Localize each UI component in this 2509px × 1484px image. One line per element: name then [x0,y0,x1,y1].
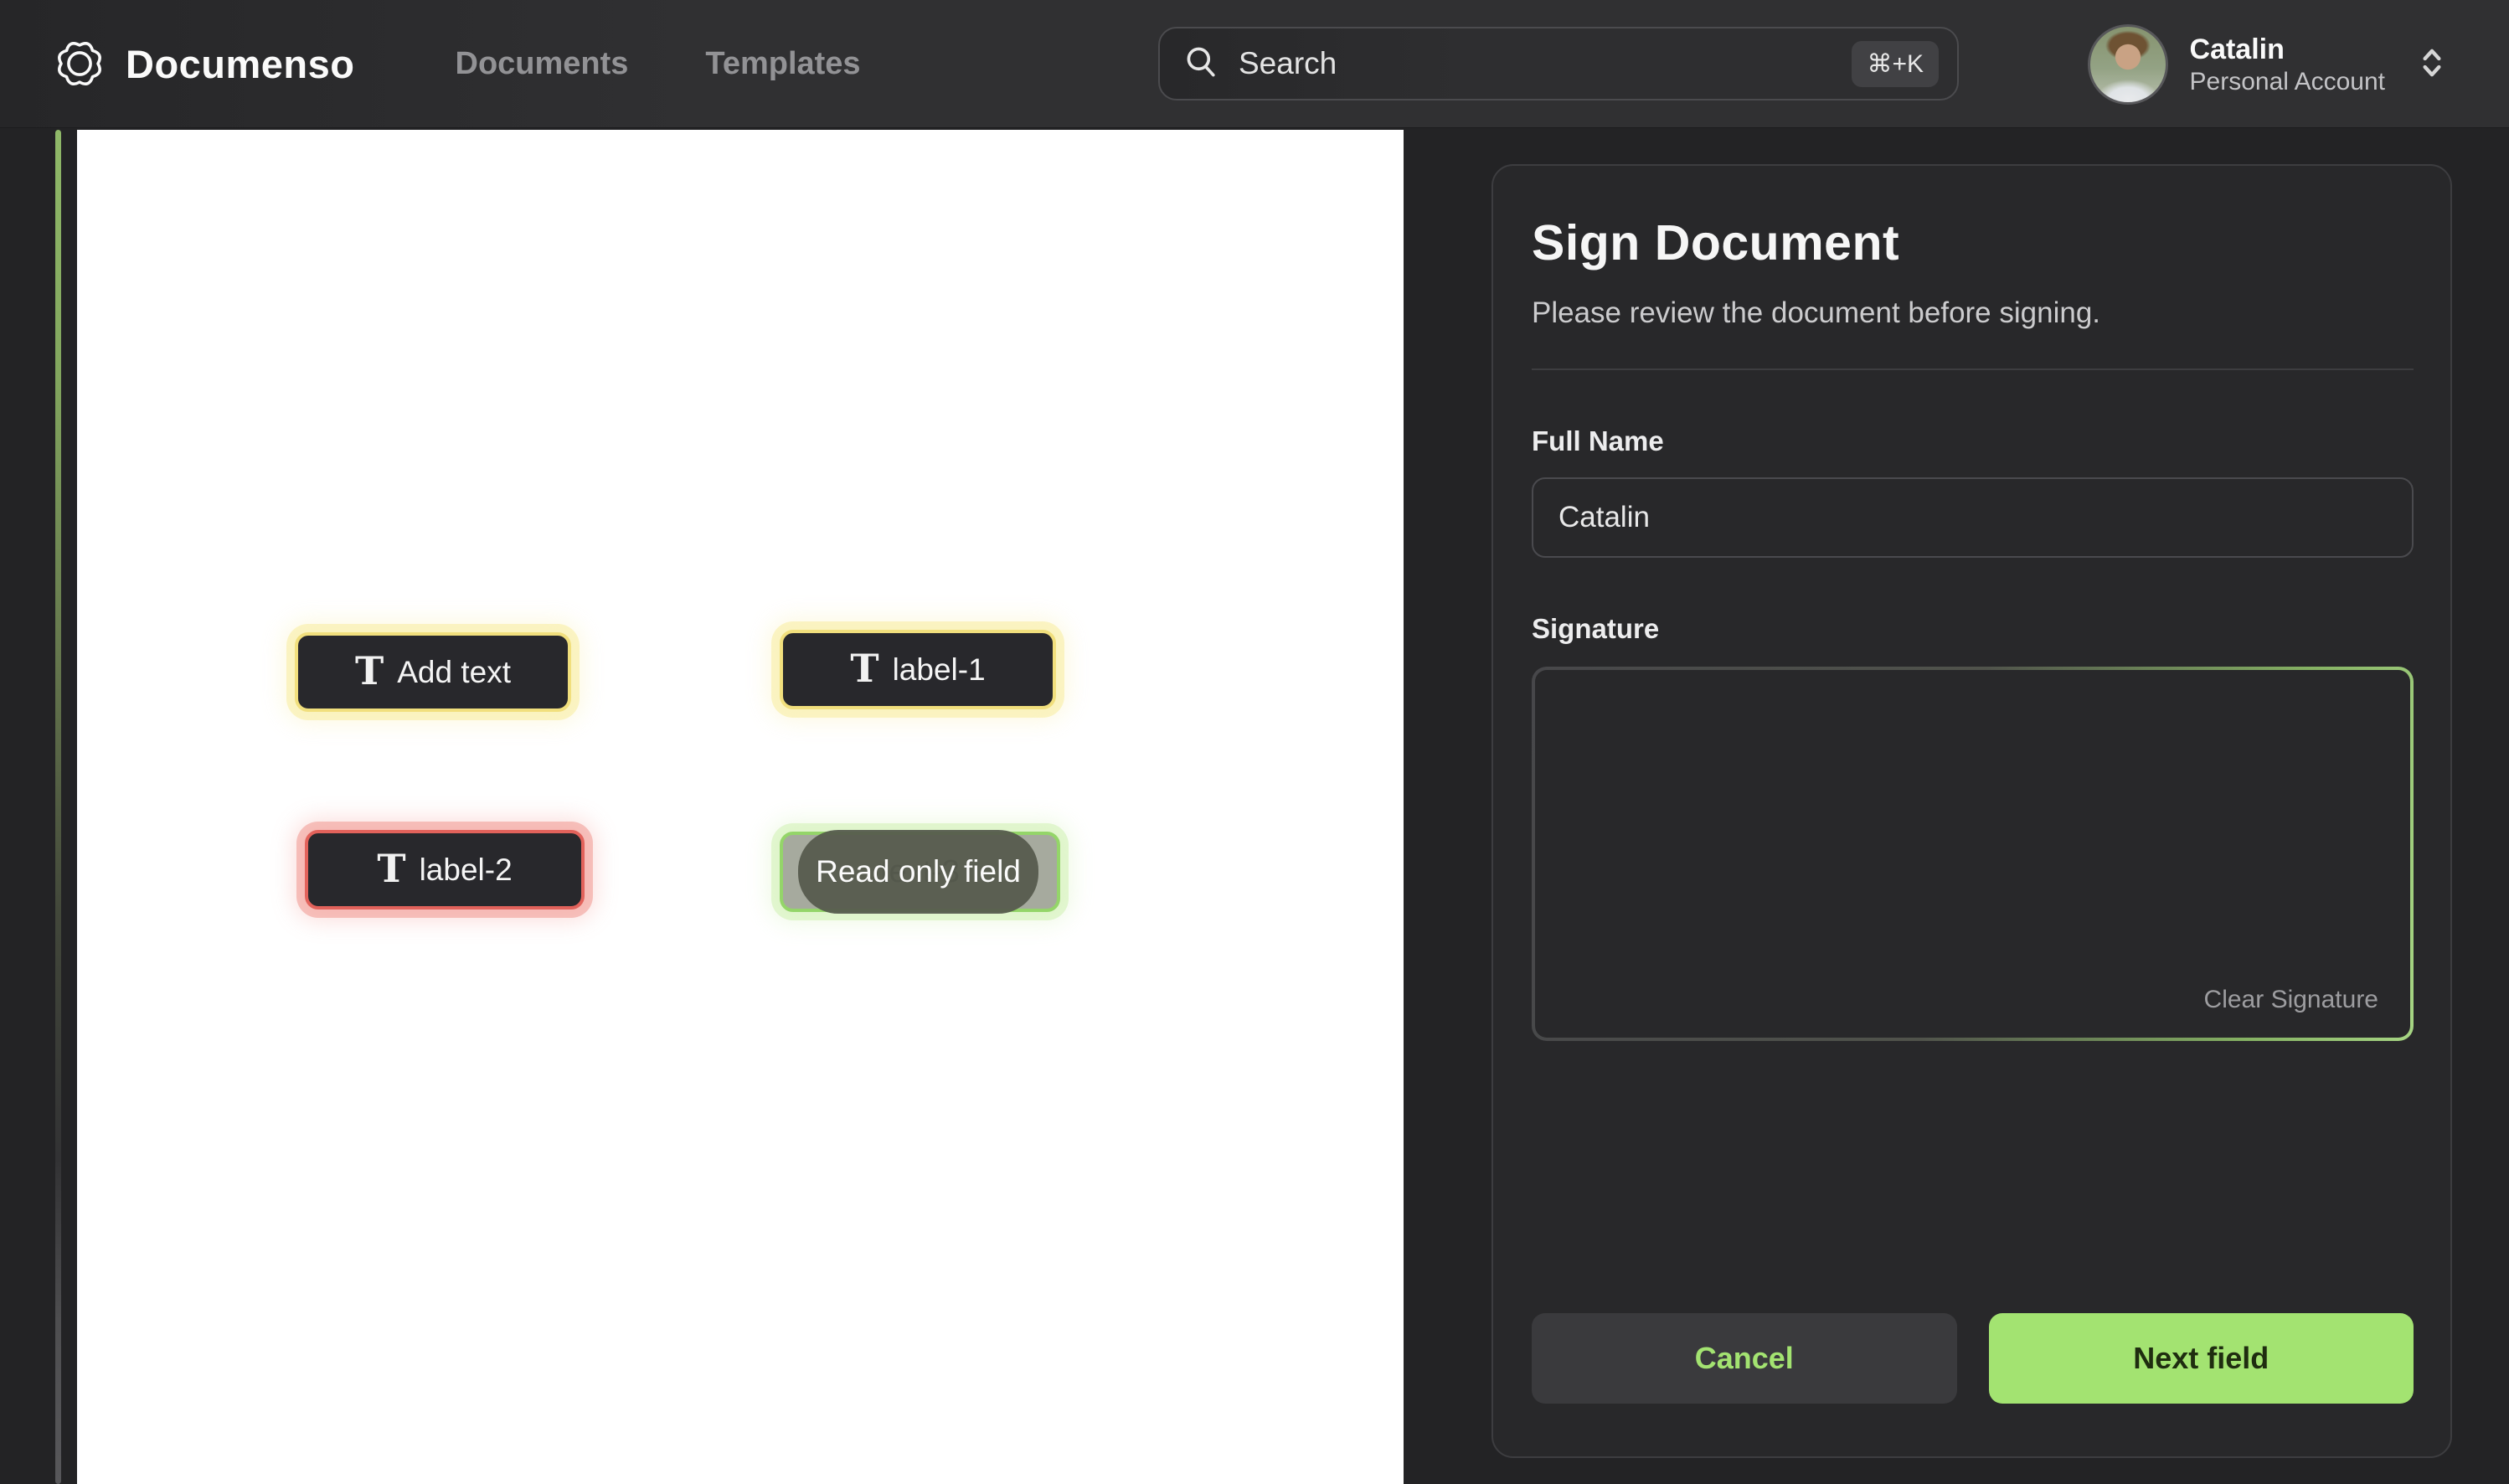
read-only-tooltip-label: Read only field [816,854,1021,889]
signature-field-label-1[interactable]: T label-1 [780,630,1056,709]
top-nav: Documenso Documents Templates Search ⌘+K… [0,0,2509,128]
documenso-logo-icon [52,36,107,91]
text-field-icon: T [850,649,878,688]
panel-actions: Cancel Next field [1532,1313,2414,1404]
search-input[interactable]: Search ⌘+K [1158,27,1959,100]
main-nav: Documents Templates [456,46,861,82]
document-page: T Add text T label-1 T label-2 text-3 Re… [77,130,1404,1484]
nav-item-documents[interactable]: Documents [456,46,629,82]
signature-field-read-only: text-3 Read only field [780,832,1060,912]
panel-divider [1532,368,2414,370]
text-field-icon: T [355,652,384,690]
full-name-label: Full Name [1532,425,2414,457]
signature-label: Signature [1532,613,2414,645]
avatar [2088,24,2168,105]
signature-pad-border: Clear Signature [1532,667,2414,1041]
user-name: Catalin [2190,32,2385,68]
user-account-type: Personal Account [2190,67,2385,97]
field-label: Add text [397,655,511,690]
user-menu[interactable]: Catalin Personal Account [2088,18,2449,111]
read-only-tooltip: Read only field [798,830,1038,914]
nav-item-templates[interactable]: Templates [705,46,860,82]
panel-title: Sign Document [1532,214,2414,271]
search-shortcut-badge: ⌘+K [1852,41,1939,87]
sign-document-panel: Sign Document Please review the document… [1491,164,2452,1458]
search-placeholder: Search [1239,46,1852,81]
signature-field-add-text[interactable]: T Add text [295,632,571,712]
chevron-up-down-icon [2415,43,2449,87]
brand-name: Documenso [126,41,355,87]
clear-signature-button[interactable]: Clear Signature [2204,986,2378,1014]
field-label: label-1 [893,652,986,688]
signature-pad[interactable]: Clear Signature [1535,670,2410,1038]
brand[interactable]: Documenso [52,36,355,91]
document-scroll-indicator[interactable] [55,130,61,1484]
text-field-icon: T [377,849,405,888]
search-icon [1183,44,1220,85]
panel-subtitle: Please review the document before signin… [1532,296,2414,330]
cancel-button[interactable]: Cancel [1532,1313,1957,1404]
full-name-input[interactable] [1532,477,2414,558]
field-label: label-2 [420,853,513,888]
signature-field-label-2[interactable]: T label-2 [305,830,585,909]
next-field-button[interactable]: Next field [1989,1313,2414,1404]
